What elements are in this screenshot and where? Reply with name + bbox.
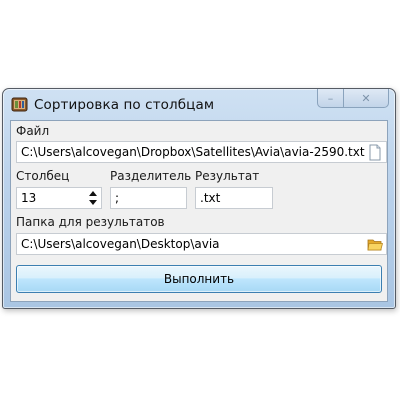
result-label: Результат	[195, 169, 260, 183]
output-folder-label: Папка для результатов	[16, 215, 165, 229]
run-button[interactable]: Выполнить	[16, 265, 382, 293]
sort-by-columns-window: Сортировка по столбцам – ✕ Файл C:\Users…	[2, 88, 396, 309]
window-controls: – ✕	[317, 89, 389, 109]
up-down-arrows-icon[interactable]	[88, 189, 98, 207]
separator-label: Разделитель	[110, 169, 192, 183]
file-path-field[interactable]: C:\Users\alcovegan\Dropbox\Satellites\Av…	[16, 141, 387, 163]
minimize-icon: –	[327, 91, 334, 105]
output-folder-value: C:\Users\alcovegan\Desktop\avia	[21, 237, 220, 251]
separator-value: ;	[115, 191, 120, 205]
document-icon[interactable]	[367, 144, 383, 161]
column-value: 13	[21, 191, 37, 205]
close-button[interactable]: ✕	[344, 89, 389, 108]
result-value: .txt	[200, 191, 221, 205]
title-bar[interactable]: Сортировка по столбцам – ✕	[3, 89, 395, 121]
run-button-label: Выполнить	[163, 272, 235, 286]
minimize-button[interactable]: –	[317, 89, 344, 108]
separator-field[interactable]: ;	[110, 187, 187, 209]
window-title: Сортировка по столбцам	[34, 97, 215, 113]
file-path-value: C:\Users\alcovegan\Dropbox\Satellites\Av…	[21, 145, 365, 159]
app-icon	[11, 97, 28, 112]
column-label: Столбец	[16, 169, 70, 183]
output-folder-field[interactable]: C:\Users\alcovegan\Desktop\avia	[16, 233, 387, 255]
dialog-body: Файл C:\Users\alcovegan\Dropbox\Satellit…	[10, 120, 388, 302]
result-extension-field[interactable]: .txt	[195, 187, 273, 209]
close-icon: ✕	[361, 91, 371, 105]
file-label: Файл	[16, 124, 50, 138]
column-stepper[interactable]: 13	[16, 187, 102, 209]
folder-icon[interactable]	[367, 236, 383, 253]
